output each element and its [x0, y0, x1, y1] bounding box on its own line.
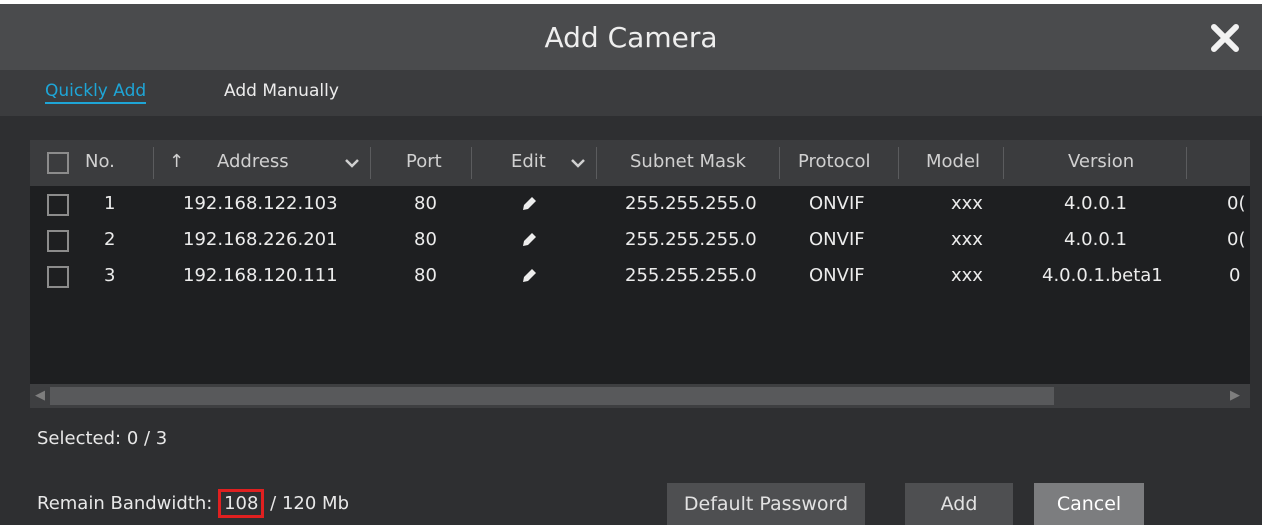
cell-address: 192.168.122.103 [183, 193, 338, 214]
remain-bandwidth: Remain Bandwidth: 108 / 120 Mb [37, 489, 349, 518]
cell-no: 1 [104, 193, 116, 214]
cell-port: 80 [414, 265, 437, 286]
cell-subnet-mask: 255.255.255.0 [625, 229, 757, 250]
cell-address: 192.168.226.201 [183, 229, 338, 250]
column-separator[interactable] [898, 147, 899, 179]
default-password-button[interactable]: Default Password [667, 483, 865, 525]
scrollbar-thumb[interactable] [50, 387, 1054, 405]
table-header: No. ↑ Address Port Edit Subnet Mask Prot… [30, 140, 1250, 186]
cell-subnet-mask: 255.255.255.0 [625, 193, 757, 214]
bandwidth-label: Remain Bandwidth: [37, 493, 213, 514]
cell-model: xxx [951, 229, 983, 250]
table-row[interactable]: 1 192.168.122.103 80 255.255.255.0 ONVIF… [30, 186, 1250, 222]
column-separator[interactable] [153, 147, 154, 179]
cell-model: xxx [951, 193, 983, 214]
header-address[interactable]: Address [217, 151, 289, 172]
edit-pencil-icon[interactable] [518, 193, 540, 215]
select-all-checkbox[interactable] [47, 152, 69, 174]
cell-port: 80 [414, 229, 437, 250]
cell-address: 192.168.120.111 [183, 265, 338, 286]
bandwidth-remaining-value: 108 [218, 489, 265, 518]
column-separator[interactable] [779, 147, 780, 179]
title-bar: Add Camera [0, 4, 1262, 70]
cell-model: xxx [951, 265, 983, 286]
edit-filter-chevron-down-icon[interactable] [570, 157, 586, 169]
header-protocol[interactable]: Protocol [798, 151, 871, 172]
cell-port: 80 [414, 193, 437, 214]
camera-table: No. ↑ Address Port Edit Subnet Mask Prot… [30, 140, 1250, 404]
horizontal-scrollbar[interactable]: ◀ ▶ [30, 384, 1250, 408]
table-row[interactable]: 2 192.168.226.201 80 255.255.255.0 ONVIF… [30, 222, 1250, 258]
add-button[interactable]: Add [905, 483, 1013, 525]
header-port[interactable]: Port [406, 151, 442, 172]
tab-quickly-add[interactable]: Quickly Add [45, 81, 147, 104]
header-edit[interactable]: Edit [511, 151, 546, 172]
cell-protocol: ONVIF [809, 265, 865, 286]
close-icon[interactable] [1208, 21, 1242, 55]
column-separator[interactable] [1186, 147, 1187, 179]
header-version[interactable]: Version [1068, 151, 1134, 172]
address-filter-chevron-down-icon[interactable] [344, 157, 360, 169]
scroll-right-arrow-icon[interactable]: ▶ [1230, 388, 1240, 403]
row-checkbox[interactable] [47, 230, 69, 252]
scroll-left-arrow-icon[interactable]: ◀ [35, 388, 45, 403]
row-checkbox[interactable] [47, 194, 69, 216]
header-no[interactable]: No. [85, 151, 115, 172]
cell-protocol: ONVIF [809, 229, 865, 250]
dialog-title: Add Camera [544, 21, 718, 54]
edit-pencil-icon[interactable] [518, 265, 540, 287]
cell-no: 2 [104, 229, 116, 250]
cell-no: 3 [104, 265, 116, 286]
cancel-button[interactable]: Cancel [1034, 483, 1144, 525]
cell-protocol: ONVIF [809, 193, 865, 214]
cell-subnet-mask: 255.255.255.0 [625, 265, 757, 286]
header-model[interactable]: Model [926, 151, 980, 172]
bandwidth-total: / 120 Mb [264, 493, 349, 514]
cell-version: 4.0.0.1.beta1 [1042, 265, 1163, 286]
column-separator[interactable] [1003, 147, 1004, 179]
row-checkbox[interactable] [47, 266, 69, 288]
cell-version: 4.0.0.1 [1064, 229, 1127, 250]
add-camera-dialog: Add Camera Quickly Add Add Manually No. … [0, 4, 1262, 525]
edit-pencil-icon[interactable] [518, 229, 540, 251]
column-separator[interactable] [596, 147, 597, 179]
column-separator[interactable] [370, 147, 371, 179]
header-subnet-mask[interactable]: Subnet Mask [630, 151, 746, 172]
cell-version: 4.0.0.1 [1064, 193, 1127, 214]
column-separator[interactable] [471, 147, 472, 179]
cell-overflow: 0( [1227, 193, 1246, 214]
sort-asc-icon[interactable]: ↑ [169, 151, 184, 172]
tab-bar: Quickly Add Add Manually [0, 70, 1262, 116]
tab-add-manually[interactable]: Add Manually [224, 81, 339, 101]
table-row[interactable]: 3 192.168.120.111 80 255.255.255.0 ONVIF… [30, 258, 1250, 294]
selected-count: Selected: 0 / 3 [37, 428, 168, 449]
cell-overflow: 0 [1229, 265, 1241, 286]
cell-overflow: 0( [1227, 229, 1246, 250]
